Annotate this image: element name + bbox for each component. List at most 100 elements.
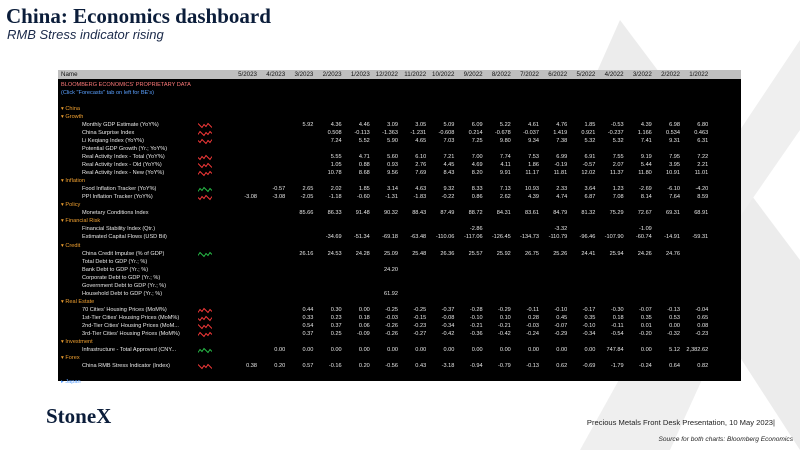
column-header[interactable]: 4/2022 xyxy=(598,70,624,79)
column-header[interactable]: 9/2022 xyxy=(457,70,483,79)
table-row[interactable]: Corporate Debt to GDP (Yr.; %) xyxy=(58,274,741,282)
table-cell: -0.57 xyxy=(272,186,286,193)
table-cell: 5.60 xyxy=(387,153,398,160)
table-cell: 7.38 xyxy=(556,137,568,144)
table-cell: 0.35 xyxy=(584,314,596,321)
table-row[interactable]: Food Inflation Tracker (YoY%) -0.57 2.65 2.… xyxy=(58,185,741,193)
category-row[interactable]: ▾ Credit xyxy=(58,242,741,250)
table-row[interactable]: Government Debt to GDP (Yr.; %) xyxy=(58,282,741,290)
table-cell: 87.49 xyxy=(440,210,455,217)
column-header[interactable]: 1/2022 xyxy=(682,70,708,79)
table-cell: 25.48 xyxy=(412,250,427,257)
table-row[interactable]: 1st-Tier Cities' Housing Prices (MoM%) 0.… xyxy=(58,314,741,322)
table-row[interactable]: Real Activity Index - New (YoY%) 10.78 8.6… xyxy=(58,169,741,177)
table-cell: 1.86 xyxy=(528,162,539,168)
category-row[interactable]: ▾ Growth xyxy=(58,113,741,121)
table-cell: -110.06 xyxy=(435,234,455,241)
category-row[interactable]: ▾ Inflation xyxy=(58,177,741,185)
column-header[interactable]: 12/2022 xyxy=(372,70,398,79)
table-cell: 4.65 xyxy=(415,137,427,144)
table-cell: -2.86 xyxy=(469,226,483,233)
table-cell: -0.26 xyxy=(385,331,398,338)
table-cell: 8.68 xyxy=(358,170,370,177)
table-row[interactable]: Household Debt to GDP (Yr.; %) 61.92 xyxy=(58,290,741,298)
row-label: 70 Cities' Housing Prices (MoM%) xyxy=(82,306,167,313)
sparkline-icon xyxy=(198,170,212,177)
category-row[interactable]: ▾ Investment xyxy=(58,338,741,346)
table-row[interactable]: PPI Inflation Tracker (YoY%) -3.08 -3.08 -2… xyxy=(58,193,741,201)
table-row[interactable]: 2nd-Tier Cities' Housing Prices (MoM... 0… xyxy=(58,322,741,330)
column-header[interactable]: 1/2023 xyxy=(344,70,370,79)
table-cell: -14.91 xyxy=(664,234,680,241)
column-header[interactable]: 11/2022 xyxy=(400,70,426,79)
row-label: ▾ Financial Risk xyxy=(61,218,101,225)
column-header[interactable]: 4/2023 xyxy=(259,70,285,79)
table-row[interactable]: Real Activity Index - Old (YoY%) 1.05 0.88… xyxy=(58,161,741,169)
column-header[interactable]: 2/2022 xyxy=(654,70,680,79)
sparkline-icon xyxy=(198,331,212,338)
category-row[interactable]: ▾ Real Estate xyxy=(58,298,741,306)
table-row[interactable]: Monetary Conditions Index 85.66 86.33 91.48… xyxy=(58,209,741,217)
table-row[interactable]: Financial Stability Index (Qtr.) -2.86 -3.… xyxy=(58,225,741,233)
table-cell: 6.31 xyxy=(697,137,709,144)
table-note-row: (Click "Forecasts" tab on left for BE's) xyxy=(58,89,741,97)
footer-text: Precious Metals Front Desk Presentation,… xyxy=(586,418,775,427)
column-header[interactable]: 10/2022 xyxy=(428,70,454,79)
table-cell: 6.98 xyxy=(669,121,680,128)
table-cell: 0.00 xyxy=(358,306,370,313)
table-cell: 5.92 xyxy=(302,121,314,128)
sparkline-icon xyxy=(198,194,212,201)
category-row[interactable]: ▾ Financial Risk xyxy=(58,217,741,225)
table-cell: 11.37 xyxy=(610,170,624,177)
table-row[interactable]: 3rd-Tier Cities' Housing Prices (MoM%) 0.… xyxy=(58,330,741,338)
table-cell: 0.44 xyxy=(302,306,314,313)
table-row[interactable]: Potential GDP Growth (Yr.; YoY%) xyxy=(58,145,741,153)
column-header[interactable]: 3/2022 xyxy=(626,70,652,79)
table-row[interactable]: Monthly GDP Estimate (YoY%) 5.92 4.36 4.46 3… xyxy=(58,121,741,129)
table-cell: 7.74 xyxy=(499,153,511,160)
category-row[interactable]: ▾ Policy xyxy=(58,201,741,209)
table-row[interactable]: Bank Debt to GDP (Yr.; %) 24.20 xyxy=(58,266,741,274)
table-cell: 0.62 xyxy=(556,363,568,370)
sparkline-icon xyxy=(198,138,212,145)
table-row[interactable]: Li Keqiang Index (YoY%) 7.24 5.52 5.90 4.65 7… xyxy=(58,137,741,145)
table-cell: 86.33 xyxy=(327,210,342,217)
column-header[interactable]: 3/2023 xyxy=(287,70,313,79)
table-cell: -0.34 xyxy=(441,323,455,329)
table-cell: 83.61 xyxy=(525,210,539,217)
column-header[interactable]: 6/2022 xyxy=(541,70,567,79)
column-header[interactable]: 5/2022 xyxy=(569,70,595,79)
table-cell: 7.21 xyxy=(443,153,455,160)
table-note-row xyxy=(58,370,741,378)
column-header[interactable]: 2/2023 xyxy=(316,70,342,79)
table-cell: 0.921 xyxy=(581,129,596,136)
category-row[interactable]: ▾ Forex xyxy=(58,354,741,362)
table-row[interactable]: Infrastructure - Total Approved (CNY... 0… xyxy=(58,346,741,354)
table-cell: 88.72 xyxy=(468,210,483,217)
table-row[interactable]: Total Debt to GDP (Yr.; %) xyxy=(58,258,741,266)
table-row[interactable]: China Surprise Index 0.508 -0.113 -1.363 -1.… xyxy=(58,129,741,137)
column-header[interactable]: 8/2022 xyxy=(485,70,511,79)
category-row[interactable]: ▾ China xyxy=(58,105,741,113)
table-cell: 88.43 xyxy=(412,210,427,217)
table-cell: 1.85 xyxy=(358,186,370,193)
table-cell: -0.19 xyxy=(554,162,568,168)
row-label: China Credit Impulse (% of GDP) xyxy=(82,250,165,257)
table-cell: -0.09 xyxy=(357,331,370,338)
table-cell: -0.13 xyxy=(526,363,539,370)
table-row[interactable]: China RMB Stress Indicator (Index) 0.38 0.… xyxy=(58,362,741,370)
table-cell: 5.22 xyxy=(499,121,511,128)
table-cell: 0.37 xyxy=(330,323,342,329)
table-row[interactable]: Estimated Capital Flows (USD Bil) -34.69 -… xyxy=(58,233,741,241)
table-cell: -117.06 xyxy=(464,234,483,241)
table-row[interactable]: 70 Cities' Housing Prices (MoM%) 0.44 0.30… xyxy=(58,306,741,314)
table-cell: 6.99 xyxy=(556,153,568,160)
table-row[interactable]: Real Activity Index - Total (YoY%) 5.55 4.… xyxy=(58,153,741,161)
table-cell: 2.33 xyxy=(556,186,568,193)
column-header[interactable]: 5/2023 xyxy=(231,70,257,79)
table-row[interactable]: China Credit Impulse (% of GDP) 26.16 24.5… xyxy=(58,250,741,258)
header-name-label: Name xyxy=(61,71,78,78)
column-header[interactable]: 7/2022 xyxy=(513,70,539,79)
source-note: Source for both charts: Bloomberg Econom… xyxy=(658,436,793,443)
table-cell: 3.95 xyxy=(669,162,680,168)
